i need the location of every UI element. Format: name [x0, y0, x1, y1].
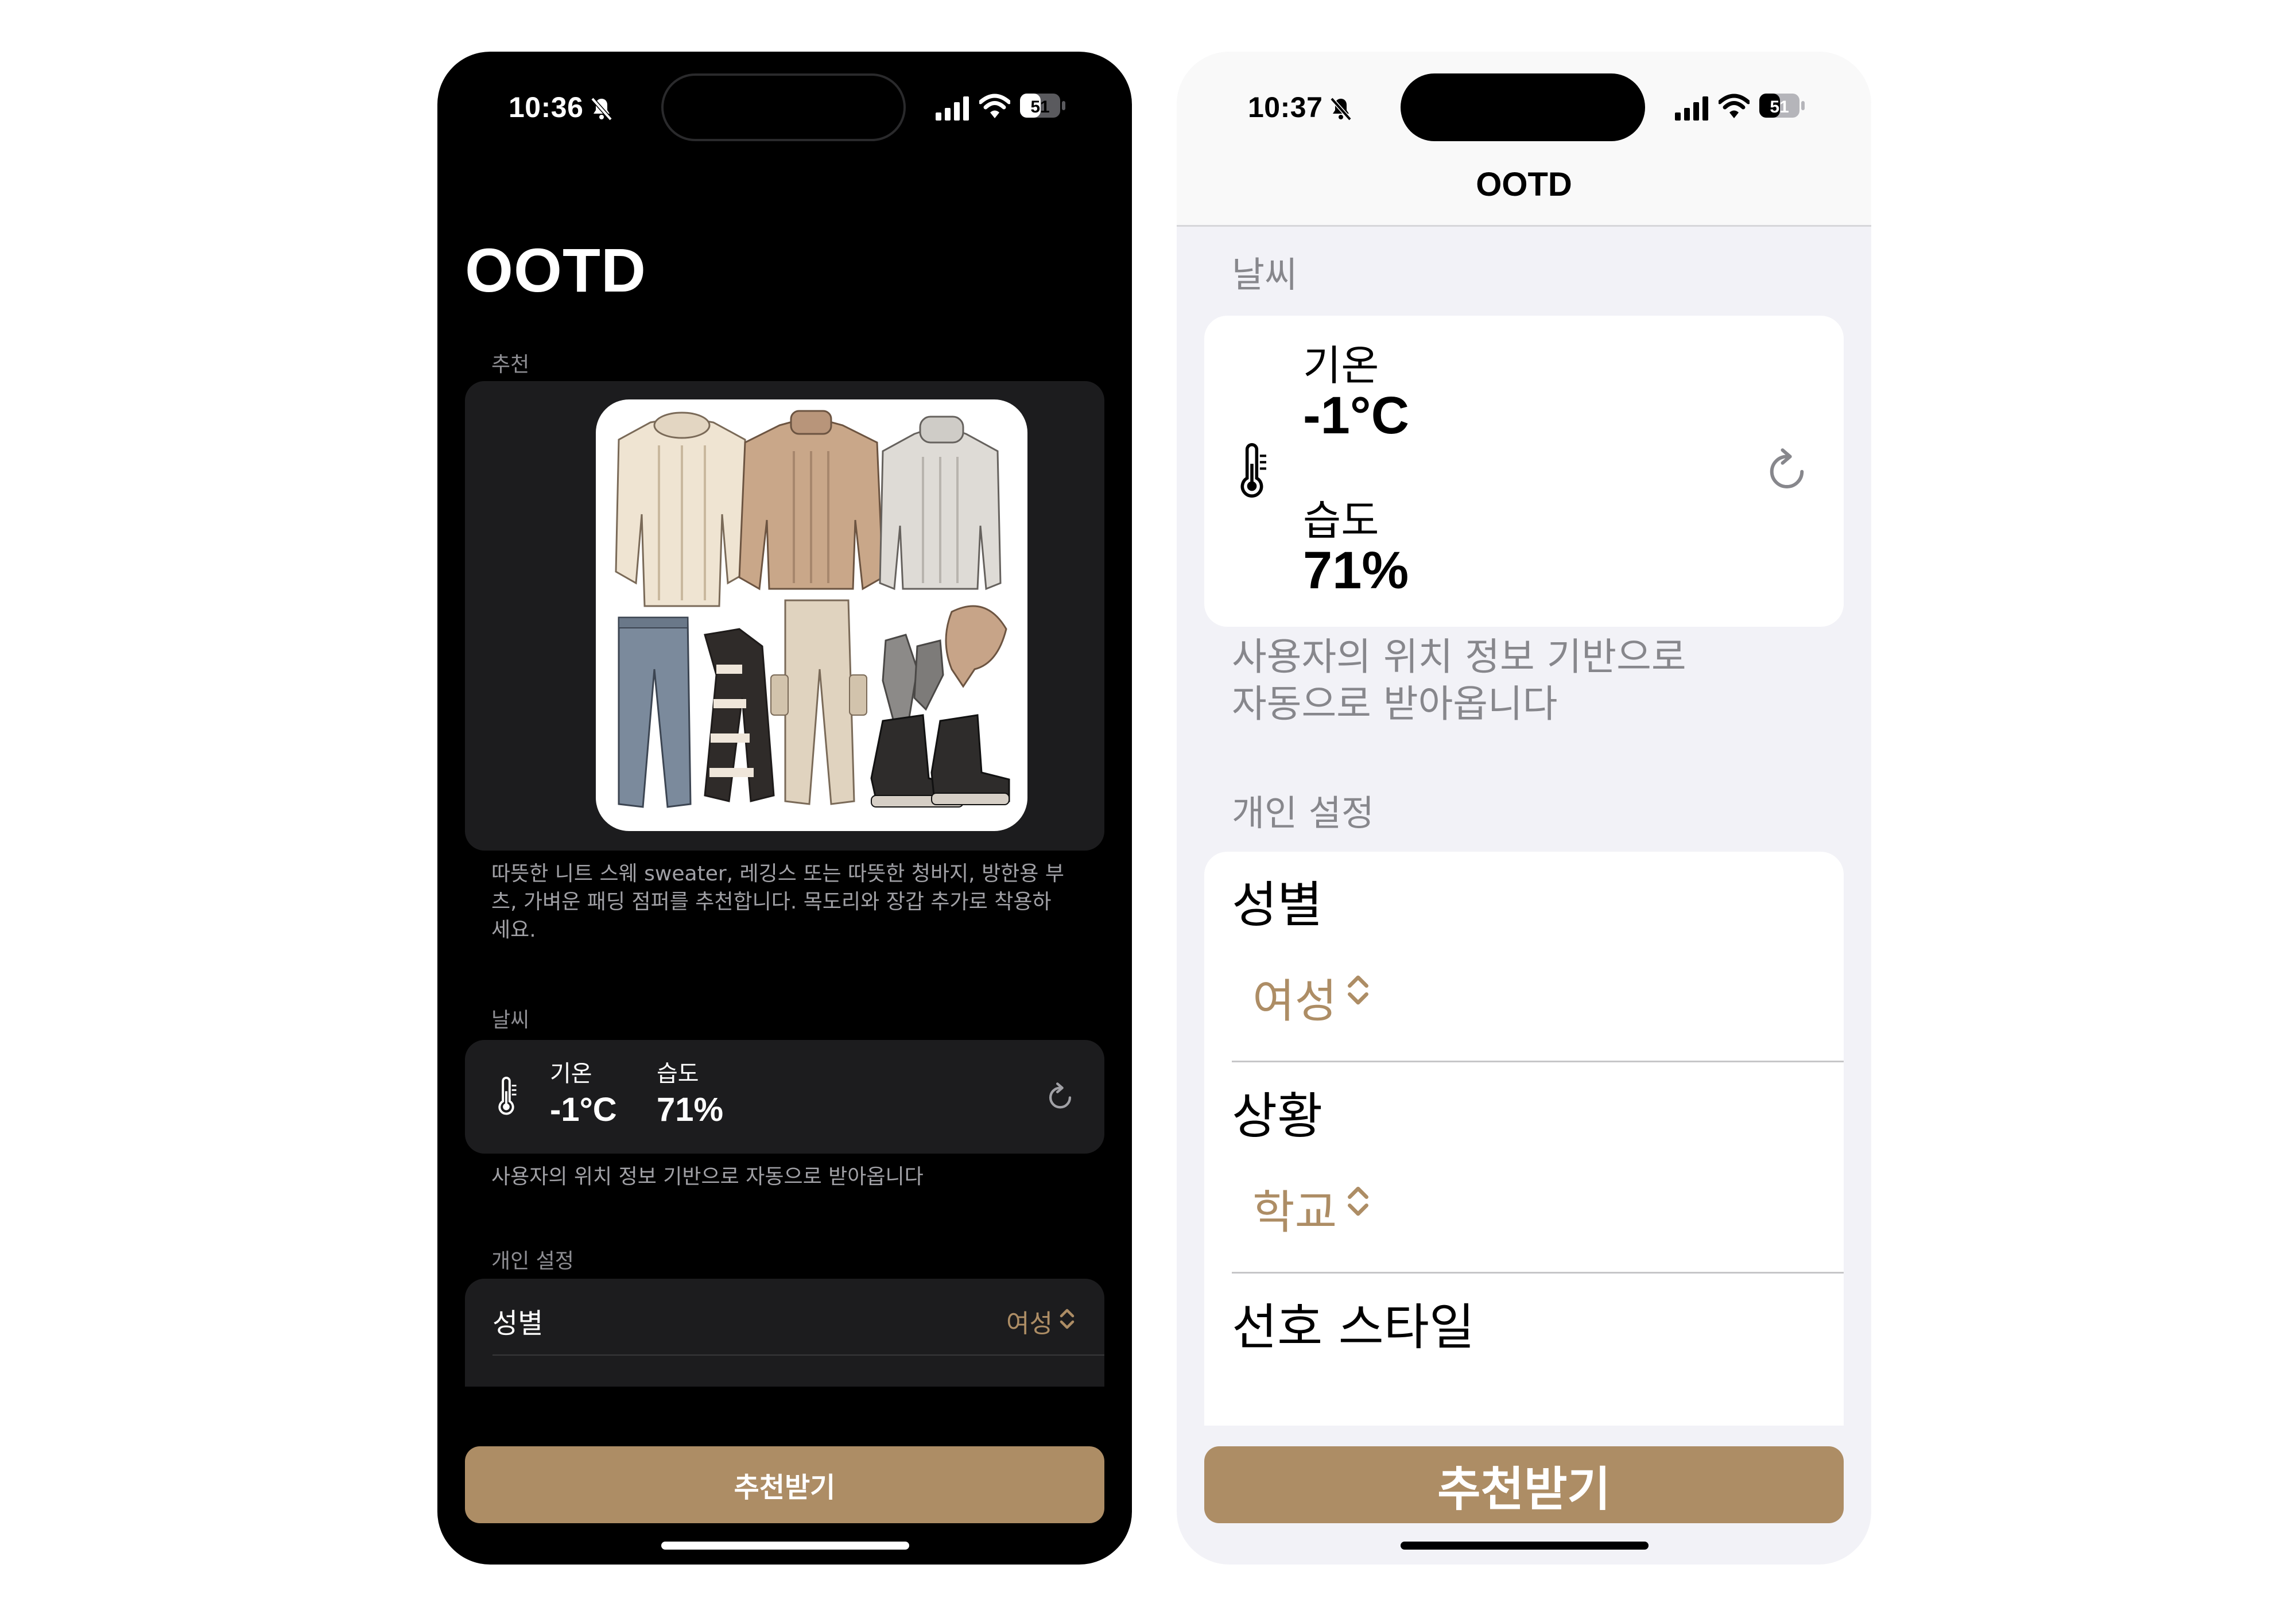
style-row[interactable]: 선호 스타일	[1204, 1274, 1844, 1426]
humidity-value: 71%	[1303, 541, 1409, 600]
gender-value[interactable]: 여성	[1252, 964, 1337, 1031]
weather-footer: 사용자의 위치 정보 기반으로 자동으로 받아옵니다	[1232, 634, 1806, 728]
temperature-value: -1°C	[1303, 386, 1410, 445]
section-header-settings: 개인 설정	[1232, 792, 1374, 834]
settings-card: 성별 여성 상황 학교 선호 스타일	[1204, 852, 1844, 1426]
bell-slash-icon	[591, 97, 612, 121]
humidity-label: 습도	[1303, 496, 1379, 545]
recommendation-text: 따뜻한 니트 스웨 sweater, 레깅스 또는 따뜻한 청바지, 방한용 부…	[491, 862, 1064, 942]
weather-card: 기온 -1°C 습도 71%	[465, 1040, 1104, 1154]
light-phone-screen: 10:37 51 OOTD 날씨 기온 -1°C 습도 71% 사용자의 위치 …	[1177, 52, 1871, 1565]
weather-footer-line1: 사용자의 위치 정보 기반으로	[1232, 635, 1686, 679]
row-divider	[1232, 1272, 1844, 1274]
home-indicator	[661, 1542, 909, 1550]
dynamic-island	[1401, 73, 1645, 141]
section-header-weather: 날씨	[1232, 254, 1298, 296]
battery-level: 51	[1770, 98, 1789, 117]
section-header-settings: 개인 설정	[491, 1249, 574, 1273]
refresh-icon[interactable]	[1044, 1079, 1077, 1113]
nav-title: OOTD	[1476, 166, 1572, 203]
dynamic-island	[661, 73, 906, 141]
chevron-up-down-icon	[1348, 975, 1368, 1005]
thermometer-icon	[1240, 443, 1266, 498]
section-header-recommend: 추천	[491, 353, 530, 376]
status-bar: 10:36 51	[437, 52, 1132, 161]
page-title: OOTD	[465, 235, 646, 305]
chevron-up-down-icon	[1348, 1186, 1368, 1216]
chevron-up-down-icon	[1060, 1309, 1075, 1329]
wifi-icon	[1719, 94, 1750, 118]
battery-icon: 51	[1759, 94, 1805, 118]
gender-row[interactable]: 성별 여성	[465, 1279, 1104, 1354]
gender-label: 성별	[1232, 876, 1323, 934]
humidity-label: 습도	[657, 1061, 699, 1087]
cellular-signal-icon	[1675, 96, 1708, 121]
weather-card: 기온 -1°C 습도 71%	[1204, 316, 1844, 627]
cellular-signal-icon	[936, 96, 969, 121]
list-clip	[437, 1387, 1132, 1422]
gender-row[interactable]: 성별 여성	[1204, 852, 1844, 1061]
humidity-value: 71%	[657, 1091, 724, 1128]
navigation-bar: 10:37 51 OOTD	[1177, 52, 1871, 227]
status-bar: 10:37 51	[1177, 52, 1871, 161]
recommendation-card	[465, 381, 1104, 851]
situation-label: 상황	[1232, 1088, 1323, 1145]
recommend-button[interactable]: 추천받기	[1204, 1446, 1844, 1523]
weather-footer: 사용자의 위치 정보 기반으로 자동으로 받아옵니다	[491, 1165, 924, 1189]
weather-footer-line2: 자동으로 받아옵니다	[1232, 682, 1558, 726]
row-divider	[1232, 1061, 1844, 1062]
temperature-value: -1°C	[550, 1091, 617, 1128]
dark-phone-screen: 10:36 51 OOTD 추천 따뜻한 니트 스웨 sweater, 레깅스 …	[437, 52, 1132, 1565]
temperature-label: 기온	[550, 1061, 592, 1087]
situation-value[interactable]: 학교	[1252, 1175, 1337, 1242]
status-time: 10:37	[1248, 91, 1323, 123]
recommend-button[interactable]: 추천받기	[465, 1446, 1104, 1523]
bell-slash-icon	[1330, 97, 1352, 121]
wifi-icon	[979, 94, 1010, 118]
battery-level: 51	[1030, 98, 1049, 117]
thermometer-icon	[498, 1077, 517, 1115]
gender-label: 성별	[492, 1307, 544, 1340]
temperature-label: 기온	[1303, 341, 1379, 390]
status-time: 10:36	[509, 91, 584, 123]
gender-value[interactable]: 여성	[1006, 1303, 1053, 1340]
style-label: 선호 스타일	[1232, 1299, 1475, 1356]
row-divider	[492, 1354, 1104, 1356]
situation-row[interactable]: 상황 학교	[1204, 1063, 1844, 1272]
battery-icon: 51	[1020, 94, 1065, 118]
refresh-icon[interactable]	[1761, 443, 1813, 496]
home-indicator	[1401, 1542, 1649, 1550]
outfit-image	[596, 399, 1027, 831]
section-header-weather: 날씨	[491, 1008, 530, 1032]
